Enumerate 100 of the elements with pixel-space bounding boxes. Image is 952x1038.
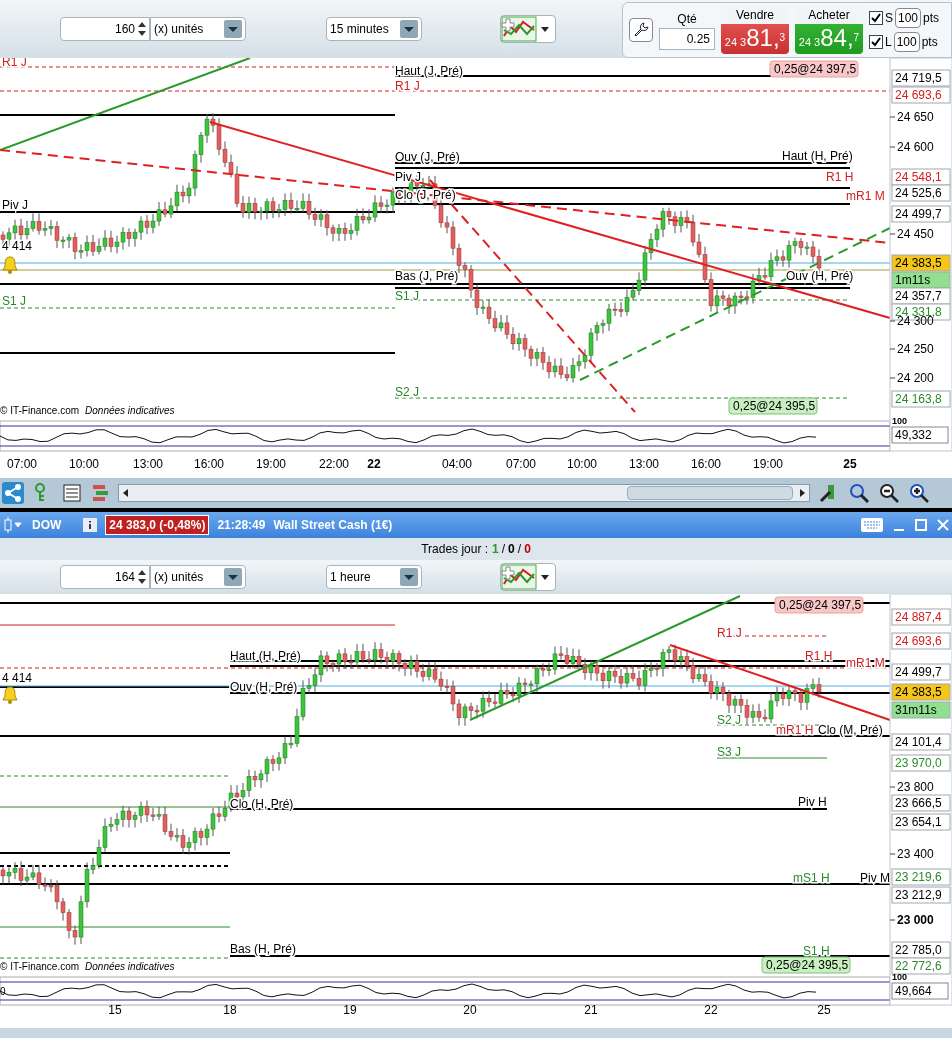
indicators-button[interactable] — [500, 563, 556, 591]
dropdown-caret-icon[interactable] — [400, 20, 418, 38]
price-tag: 22 785,0 — [891, 941, 951, 959]
time-axis-label: 22 — [704, 1003, 718, 1017]
close-icon[interactable] — [936, 518, 950, 532]
level-label: Haut (H, Pré) — [230, 649, 301, 663]
oscillator-value-tag: 49,664 — [891, 982, 949, 1000]
level-label: Piv H — [798, 795, 827, 809]
order-tag: 0,25@24 395,5 — [728, 397, 818, 415]
axis-tick-label: 24 200 — [889, 371, 934, 385]
checkbox[interactable] — [869, 11, 883, 25]
dropdown-caret-icon[interactable] — [400, 568, 418, 586]
time-axis-label: 10:00 — [69, 457, 99, 471]
indicators-button[interactable] — [500, 15, 556, 43]
time-axis-label: 18 — [223, 1003, 237, 1017]
trade-count: 1 — [492, 541, 499, 558]
axis-tick-label: 23 400 — [889, 847, 934, 861]
spinner-icon[interactable] — [137, 20, 147, 38]
level-label: Ouv (J, Pré) — [395, 150, 460, 164]
axis-tick-label: 24 250 — [889, 342, 934, 356]
oscillator-value-tag: 49,332 — [891, 426, 949, 444]
axis-tick-label: 24 600 — [889, 140, 934, 154]
price-tag: 24 101,4 — [891, 733, 951, 751]
level-label: mS1 H — [793, 871, 830, 885]
alarm-bell-icon — [2, 686, 18, 704]
checkbox-label: S — [885, 10, 893, 27]
price-tag: 23 212,9 — [891, 886, 951, 904]
instrument-symbol: DOW — [32, 517, 62, 534]
level-label: Haut (H, Pré) — [782, 149, 853, 163]
axis-tick-label: 23 800 — [889, 780, 934, 794]
price-tag: 24 383,5 — [891, 683, 951, 701]
level-label: S1 J — [395, 289, 419, 303]
time-axis-label: 22 — [367, 457, 381, 471]
price-tag: 24 548,1 — [891, 168, 951, 186]
unit-label: pts — [921, 34, 938, 51]
alarm-bell-icon — [2, 256, 18, 274]
level-label: Piv J — [2, 198, 28, 212]
order-tag: 0,25@24 395,5 — [761, 956, 851, 974]
price-tag: 24 357,7 — [891, 287, 951, 305]
quantity-field[interactable]: 164 — [60, 565, 150, 589]
zoom-in-icon[interactable] — [908, 482, 930, 504]
time-axis-label: 25 — [843, 457, 857, 471]
checkbox[interactable] — [869, 35, 883, 49]
price-tag: 23 654,1 — [891, 813, 951, 831]
time-axis-label: 13:00 — [629, 457, 659, 471]
price-tag: 24 499,7 — [891, 663, 951, 681]
interval-select[interactable]: 1 heure — [326, 565, 422, 589]
level-label: S2 J — [395, 385, 419, 399]
separator-text: / — [501, 541, 506, 558]
price-tag: 23 970,0 — [891, 754, 951, 772]
level-label: R1 H — [826, 170, 854, 184]
separator-text: / — [517, 541, 522, 558]
unit-select[interactable]: (x) unités — [150, 565, 246, 589]
dropdown-caret-icon[interactable] — [224, 568, 242, 586]
time-axis-label: 07:00 — [7, 457, 37, 471]
level-label: Ouv (H, Pré) — [230, 680, 298, 694]
price-tag: 24 693,6 — [891, 86, 951, 104]
time-axis-label: 22:00 — [319, 457, 349, 471]
info-icon[interactable] — [83, 518, 98, 532]
timer-tag: 31m11s — [891, 701, 951, 719]
scrollbar[interactable] — [118, 484, 810, 502]
zoom-fit-icon[interactable] — [848, 482, 870, 504]
settings-button[interactable] — [629, 18, 653, 42]
time-axis-label: 19 — [343, 1003, 357, 1017]
zoom-out-icon[interactable] — [878, 482, 900, 504]
level-label: Haut (J, Pré) — [395, 64, 463, 78]
points-field[interactable]: 100 — [895, 8, 921, 28]
level-label: S1 H — [803, 944, 830, 958]
dropdown-caret-icon[interactable] — [224, 20, 242, 38]
order-tag: 0,25@24 397,5 — [769, 60, 859, 78]
interval-select[interactable]: 15 minutes — [326, 17, 422, 41]
level-label: S2 J — [717, 713, 741, 727]
level-label: S1 J — [2, 294, 26, 308]
time-axis-label: 19:00 — [753, 457, 783, 471]
price-tag: 24 719,5 — [891, 69, 951, 87]
candlestick-icon[interactable] — [2, 516, 24, 534]
unit-select[interactable]: (x) unités — [150, 17, 246, 41]
level-label: mR1 M — [846, 189, 885, 203]
level-label: R1 H — [805, 649, 833, 663]
spinner-icon[interactable] — [137, 568, 147, 586]
time-axis-label: 07:00 — [506, 457, 536, 471]
wrench-icon — [633, 22, 649, 38]
oscillator-label: 0 — [0, 986, 6, 997]
scroll-thumb[interactable] — [627, 486, 793, 500]
points-field[interactable]: 100 — [893, 32, 920, 52]
document-icon[interactable] — [62, 483, 82, 503]
maximize-icon[interactable] — [914, 518, 928, 532]
quantity-field[interactable]: 160 — [60, 17, 150, 41]
price-tag: 22 772,6 — [891, 957, 951, 975]
unit-label: pts — [923, 10, 940, 27]
time-axis-label: 13:00 — [133, 457, 163, 471]
quantity-field[interactable]: 0.25 — [659, 28, 715, 50]
share-icon[interactable] — [2, 482, 24, 504]
trade-count: 0 — [524, 541, 531, 558]
time-axis-label: 15 — [108, 1003, 122, 1017]
price-tag: 24 887,4 — [891, 608, 951, 626]
instrument-name: Wall Street Cash (1€) — [273, 517, 393, 534]
price-change-badge: 24 383,0 (-0,48%) — [105, 515, 210, 535]
keyboard-icon[interactable] — [860, 517, 884, 533]
price-tag: 23 219,6 — [891, 868, 951, 886]
